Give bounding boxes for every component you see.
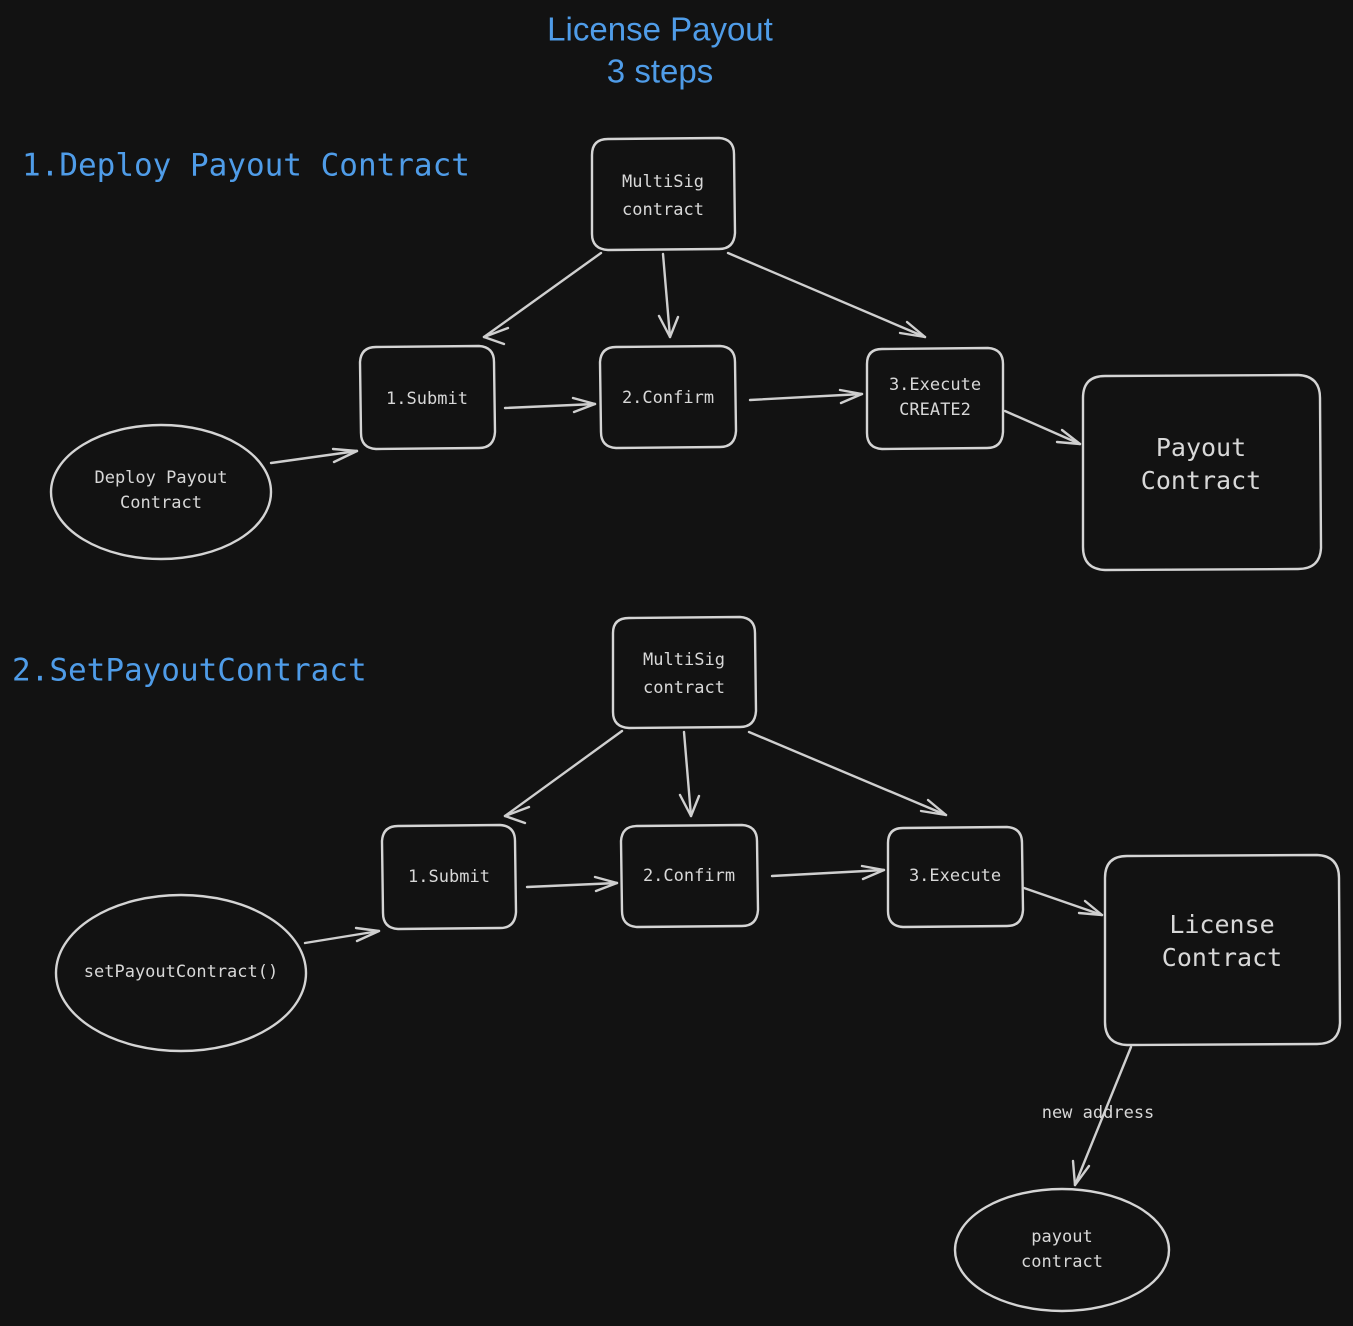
step-2-confirm-label-1: 2.Confirm bbox=[622, 388, 714, 408]
diagram-title-line2: 3 steps bbox=[607, 53, 713, 90]
license-contract-label-line1: License bbox=[1169, 910, 1274, 939]
arrow-execute-to-license-contract bbox=[1022, 886, 1104, 917]
step-2-confirm-label-2: 2.Confirm bbox=[643, 866, 735, 886]
payout-contract-output-label-line1: payout bbox=[1031, 1227, 1092, 1247]
multisig-contract-label-1-line2: contract bbox=[622, 200, 704, 220]
section-1-heading: 1.Deploy Payout Contract bbox=[22, 148, 470, 184]
arrow-execute-to-payout-contract bbox=[1003, 409, 1082, 446]
section-2-heading: 2.SetPayoutContract bbox=[12, 653, 367, 689]
step-1-submit-label-2: 1.Submit bbox=[408, 867, 490, 887]
set-payout-contract-label: setPayoutContract() bbox=[84, 962, 278, 982]
step-3-execute-label-line2: CREATE2 bbox=[899, 400, 971, 420]
arrow-multisig-to-confirm-1 bbox=[657, 252, 680, 339]
arrow-deploy-to-submit bbox=[269, 447, 359, 465]
diagram-svg: License Payout 3 steps 1.Deploy Payout C… bbox=[12, 11, 1342, 1313]
multisig-contract-label-1-line1: MultiSig bbox=[622, 172, 704, 192]
license-contract-label-line2: Contract bbox=[1162, 943, 1282, 972]
deploy-payout-label-line1: Deploy Payout bbox=[94, 468, 227, 488]
multisig-contract-label-2-line1: MultiSig bbox=[643, 650, 725, 670]
arrow-multisig-to-confirm-2 bbox=[678, 730, 701, 818]
arrow-confirm-to-execute-1 bbox=[748, 388, 864, 405]
multisig-contract-label-2-line2: contract bbox=[643, 678, 725, 698]
diagram-title-line1: License Payout bbox=[547, 11, 773, 48]
arrow-setpayout-to-submit bbox=[303, 926, 381, 945]
arrow-submit-to-confirm-1 bbox=[503, 396, 597, 414]
multisig-contract-box-2[interactable] bbox=[611, 615, 758, 730]
multisig-contract-box-1[interactable] bbox=[590, 136, 737, 252]
payout-contract-label-line1: Payout bbox=[1156, 433, 1246, 462]
arrow-multisig-to-execute-1 bbox=[726, 251, 927, 339]
payout-contract-label-line2: Contract bbox=[1141, 466, 1261, 495]
arrow-multisig-to-submit-1 bbox=[482, 251, 603, 346]
step-1-submit-label-1: 1.Submit bbox=[386, 389, 468, 409]
arrow-multisig-to-submit-2 bbox=[503, 729, 624, 825]
arrow-multisig-to-execute-2 bbox=[747, 730, 948, 817]
deploy-payout-contract-ellipse[interactable] bbox=[49, 423, 273, 561]
arrow-submit-to-confirm-2 bbox=[525, 875, 619, 893]
step-3-execute-label-2: 3.Execute bbox=[909, 866, 1001, 886]
payout-contract-output-ellipse[interactable] bbox=[953, 1187, 1171, 1313]
step-3-execute-label-line1: 3.Execute bbox=[889, 375, 981, 395]
new-address-edge-label: new address bbox=[1042, 1103, 1155, 1123]
arrow-confirm-to-execute-2 bbox=[770, 864, 886, 881]
step-3-execute-create2-box[interactable] bbox=[865, 346, 1005, 451]
payout-contract-output-label-line2: contract bbox=[1021, 1252, 1103, 1272]
diagram-canvas: License Payout 3 steps 1.Deploy Payout C… bbox=[0, 0, 1353, 1326]
deploy-payout-label-line2: Contract bbox=[120, 493, 202, 513]
